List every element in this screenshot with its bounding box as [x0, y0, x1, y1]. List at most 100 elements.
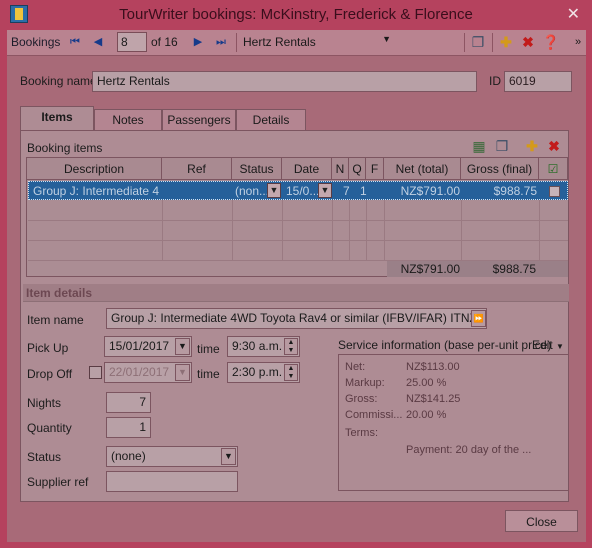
time-spinner-icon[interactable]: ▲ ▼ — [284, 364, 298, 381]
window-client-area: Bookings ⏮ ◀ 8 of 16 ▶ ⏭ Hertz Rentals ▼… — [7, 30, 586, 542]
row-date: 15/0... — [286, 184, 318, 198]
row-gross-final: $988.75 — [493, 184, 537, 198]
dropoff-date-value: 22/01/2017 — [109, 365, 170, 379]
copy-icon[interactable]: ❐ — [469, 33, 487, 51]
column-header-gross-final[interactable]: Gross (final) — [461, 158, 539, 180]
grid-divider — [28, 240, 568, 241]
time-spinner-icon[interactable]: ▲ ▼ — [284, 338, 298, 355]
grid-divider — [461, 200, 462, 260]
grid-divider — [282, 200, 283, 260]
booking-name-label: Booking name — [20, 74, 97, 88]
tab-notes[interactable]: Notes — [94, 109, 162, 130]
row-quantity: 1 — [360, 184, 367, 198]
next-record-icon[interactable]: ▶ — [190, 34, 206, 50]
column-header-q[interactable]: Q — [349, 158, 366, 180]
dropoff-time-input[interactable]: 2:30 p.m. ▲ ▼ — [227, 362, 300, 383]
status-value: (none) — [111, 449, 146, 463]
column-header-ref[interactable]: Ref — [162, 158, 232, 180]
service-commission-label: Commissi... — [345, 409, 403, 421]
dropoff-time-value: 2:30 p.m. — [232, 365, 283, 379]
row-select-checkbox[interactable] — [549, 186, 560, 197]
column-header-date[interactable]: Date — [282, 158, 332, 180]
booking-select[interactable]: Hertz Rentals ▼ — [243, 33, 393, 52]
item-name-value: Group J: Intermediate 4WD Toyota Rav4 or… — [111, 311, 484, 325]
grid-divider — [539, 200, 540, 260]
booking-name-input[interactable]: Hertz Rentals — [92, 71, 477, 92]
quantity-input[interactable]: 1 — [106, 417, 151, 438]
open-item-icon[interactable]: ⏩ — [471, 310, 486, 327]
column-header-select-all-icon[interactable]: ☑ — [539, 158, 568, 180]
column-header-net-total[interactable]: Net (total) — [384, 158, 461, 180]
bookings-window: TourWriter bookings: McKinstry, Frederic… — [0, 0, 592, 548]
copy-item-icon[interactable]: ❐ — [493, 137, 511, 155]
column-header-n[interactable]: N — [332, 158, 349, 180]
toolbar-divider — [492, 33, 493, 52]
tab-items[interactable]: Items — [20, 106, 94, 131]
column-header-description[interactable]: Description — [27, 158, 162, 180]
total-net: NZ$791.00 — [400, 262, 460, 276]
column-header-status[interactable]: Status — [232, 158, 282, 180]
row-status-dropdown-icon[interactable]: ▼ — [267, 183, 281, 198]
last-record-icon[interactable]: ⏭ — [213, 34, 229, 50]
tab-passengers[interactable]: Passengers — [162, 109, 236, 130]
supplier-ref-input[interactable] — [106, 471, 238, 492]
window-title: TourWriter bookings: McKinstry, Frederic… — [119, 6, 473, 23]
calendar-dropdown-icon[interactable]: ▼ — [175, 338, 190, 355]
chevron-down-icon[interactable]: ▼ — [221, 448, 236, 465]
service-net-label: Net: — [345, 361, 366, 373]
totals-row: NZ$791.00 $988.75 — [387, 261, 568, 277]
row-date-dropdown-icon[interactable]: ▼ — [318, 183, 332, 198]
service-commission-value: 20.00 % — [406, 409, 447, 421]
pickup-time-label: time — [197, 342, 220, 356]
add-icon[interactable]: ✚ — [497, 33, 515, 51]
service-info-edit-menu[interactable]: Edit ▼ — [532, 338, 564, 352]
total-gross: $988.75 — [492, 262, 536, 276]
row-nights: 7 — [343, 184, 350, 198]
service-markup-value: 25.00 % — [406, 377, 447, 389]
service-net-value: NZ$113.00 — [406, 361, 460, 373]
service-payment-terms: Payment: 20 day of the ... — [406, 444, 532, 456]
toolbar-divider — [236, 33, 237, 52]
grid-divider — [384, 200, 385, 260]
column-header-f[interactable]: F — [366, 158, 384, 180]
booking-id-field: 6019 — [504, 71, 572, 92]
table-row[interactable]: Group J: Intermediate 4... (non... ▼ 15/… — [28, 181, 568, 200]
close-button[interactable]: Close — [505, 510, 578, 532]
remove-item-icon[interactable]: ✖ — [545, 137, 563, 155]
first-record-icon[interactable]: ⏮ — [67, 34, 83, 50]
pickup-time-value: 9:30 a.m. — [232, 339, 283, 353]
toolbar: Bookings ⏮ ◀ 8 of 16 ▶ ⏭ Hertz Rentals ▼… — [7, 30, 586, 56]
previous-record-icon[interactable]: ◀ — [90, 34, 106, 50]
close-window-icon[interactable]: ✕ — [567, 4, 580, 24]
service-info-panel: Net: NZ$113.00 Markup: 25.00 % Gross: NZ… — [338, 354, 569, 491]
item-details-header: Item details — [23, 284, 569, 302]
booking-items-grid: Description Ref Status Date N Q F Net (t… — [26, 157, 569, 277]
delete-icon[interactable]: ✖ — [519, 33, 537, 51]
dropoff-date-picker[interactable]: 22/01/2017 ▼ — [104, 362, 192, 383]
record-index-input[interactable]: 8 — [117, 32, 147, 52]
status-label: Status — [27, 450, 62, 464]
help-icon[interactable]: ❓ — [542, 33, 560, 51]
toolbar-divider — [464, 33, 465, 52]
status-select[interactable]: (none) ▼ — [106, 446, 238, 467]
edit-label: Edit — [532, 338, 553, 352]
item-name-input[interactable]: Group J: Intermediate 4WD Toyota Rav4 or… — [106, 308, 487, 329]
service-gross-value: NZ$141.25 — [406, 393, 461, 405]
service-markup-label: Markup: — [345, 377, 385, 389]
overflow-chevron-icon[interactable]: » — [569, 33, 587, 51]
tab-details[interactable]: Details — [236, 109, 306, 130]
dropoff-enable-checkbox[interactable] — [89, 366, 102, 379]
row-description: Group J: Intermediate 4... — [33, 184, 159, 198]
new-item-icon[interactable]: ✚ — [523, 137, 541, 155]
chevron-down-icon: ▼ — [382, 34, 391, 44]
calendar-dropdown-icon[interactable]: ▼ — [175, 364, 190, 381]
add-item-icon[interactable]: ▦ — [470, 137, 488, 155]
pickup-label: Pick Up — [27, 341, 69, 355]
row-status: (non... — [235, 184, 267, 198]
pickup-time-input[interactable]: 9:30 a.m. ▲ ▼ — [227, 336, 300, 357]
pickup-date-picker[interactable]: 15/01/2017 ▼ — [104, 336, 192, 357]
title-bar: TourWriter bookings: McKinstry, Frederic… — [0, 0, 592, 30]
grid-divider — [349, 200, 350, 260]
grid-divider — [332, 200, 333, 260]
nights-input[interactable]: 7 — [106, 392, 151, 413]
